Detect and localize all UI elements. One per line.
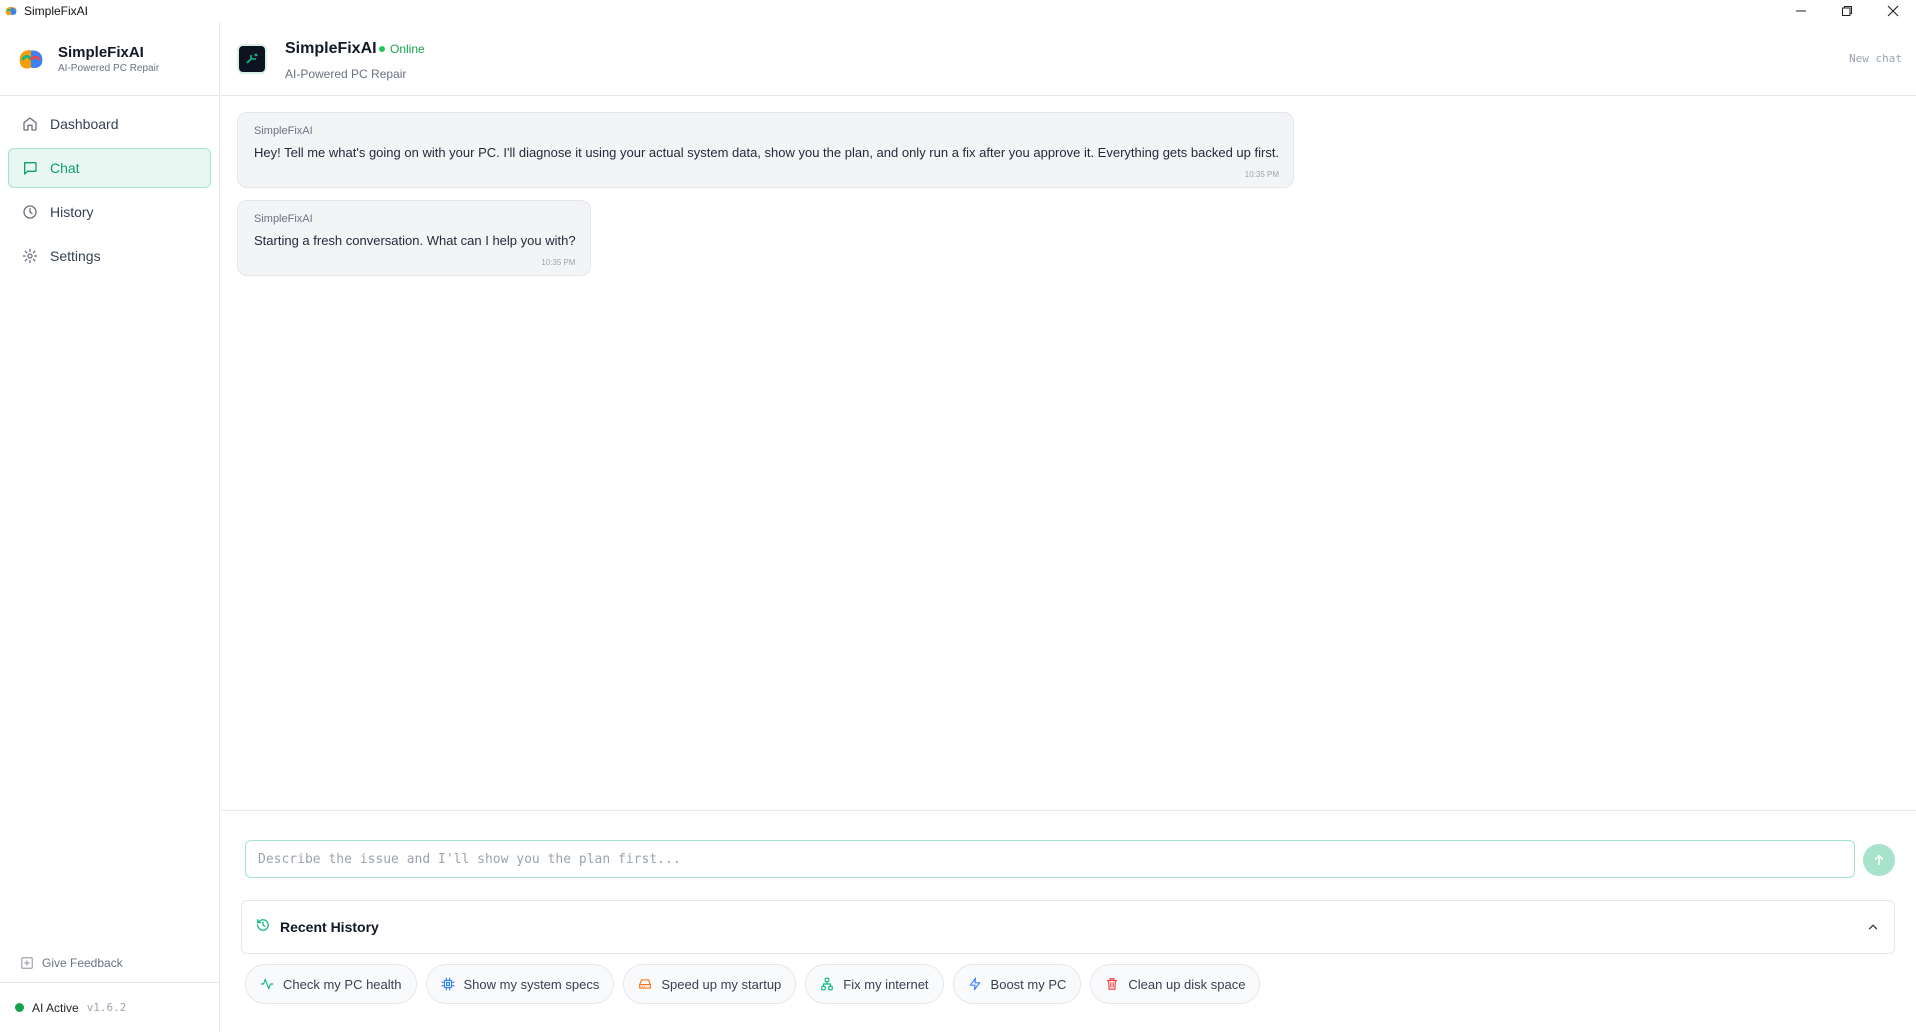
clock-icon (23, 205, 37, 219)
chat-header-subtitle: AI-Powered PC Repair (285, 67, 407, 81)
arrow-up-icon (1874, 854, 1884, 866)
close-button[interactable] (1870, 0, 1916, 22)
chat-icon (23, 162, 37, 175)
network-icon (821, 977, 834, 991)
feedback-icon (21, 957, 33, 969)
quick-action-label: Speed up my startup (661, 976, 782, 992)
sidebar-footer: AI Active v1.6.2 (0, 982, 220, 1032)
message-text: Hey! Tell me what's going on with your P… (254, 145, 1280, 160)
sidebar-nav: Dashboard Chat History Settings (0, 96, 219, 288)
send-button[interactable] (1863, 844, 1895, 876)
quick-action-boost-pc[interactable]: Boost my PC (952, 964, 1082, 1004)
recent-history-toggle[interactable]: Recent History (241, 900, 1895, 954)
sidebar-item-label: Dashboard (50, 116, 119, 132)
chat-main: SimpleFixAI Online AI-Powered PC Repair … (221, 22, 1916, 1032)
bolt-icon (969, 977, 980, 991)
window-title: SimpleFixAI (24, 4, 89, 18)
chat-header: SimpleFixAI Online AI-Powered PC Repair … (221, 22, 1916, 96)
brand-logo-icon (19, 49, 43, 69)
assistant-message: SimpleFixAI Starting a fresh conversatio… (237, 200, 591, 276)
app-version: v1.6.2 (86, 1001, 127, 1014)
quick-actions: Check my PC health Show my system specs … (245, 964, 1269, 1004)
minimize-button[interactable] (1778, 0, 1824, 22)
brand: SimpleFixAI AI-Powered PC Repair (0, 22, 219, 96)
message-text: Starting a fresh conversation. What can … (254, 233, 576, 248)
minimize-icon (1796, 10, 1806, 12)
online-dot (379, 46, 385, 52)
sidebar-item-label: Settings (50, 248, 101, 264)
message-sender: SimpleFixAI (254, 125, 313, 137)
chat-header-title: SimpleFixAI (285, 40, 377, 57)
app-logo-icon (5, 6, 17, 16)
message-input[interactable] (258, 851, 1854, 867)
give-feedback-link[interactable]: Give Feedback (20, 956, 123, 970)
brand-subtitle: AI-Powered PC Repair (58, 62, 160, 74)
quick-action-label: Boost my PC (990, 976, 1067, 992)
give-feedback-label: Give Feedback (42, 956, 123, 970)
online-status: Online (379, 42, 425, 56)
quick-action-system-specs[interactable]: Show my system specs (425, 964, 615, 1004)
composer-divider (221, 810, 1916, 811)
quick-action-check-pc-health[interactable]: Check my PC health (245, 964, 417, 1004)
quick-action-speed-up-startup[interactable]: Speed up my startup (623, 964, 797, 1004)
restore-button[interactable] (1824, 0, 1870, 22)
new-chat-button[interactable]: New chat (1849, 52, 1902, 65)
ai-status-dot (15, 1003, 24, 1012)
quick-action-label: Show my system specs (463, 976, 600, 992)
gear-icon (22, 248, 38, 264)
bot-avatar (237, 44, 267, 74)
sidebar-item-history[interactable]: History (8, 192, 211, 232)
message-list: SimpleFixAI Hey! Tell me what's going on… (237, 112, 1295, 288)
sidebar-item-settings[interactable]: Settings (8, 236, 211, 276)
recent-history-label: Recent History (280, 919, 379, 935)
quick-action-clean-disk[interactable]: Clean up disk space (1090, 964, 1261, 1004)
sidebar-item-dashboard[interactable]: Dashboard (8, 104, 211, 144)
bot-logo-icon (246, 53, 258, 64)
activity-icon (260, 978, 274, 990)
message-input-box[interactable] (245, 840, 1855, 878)
quick-action-label: Check my PC health (283, 976, 402, 992)
message-sender: SimpleFixAI (254, 213, 313, 225)
ai-status-label: AI Active (32, 1000, 79, 1015)
quick-action-label: Clean up disk space (1128, 976, 1246, 992)
sidebar-item-label: History (50, 204, 94, 220)
home-icon (23, 117, 37, 131)
restore-icon (1842, 6, 1852, 16)
trash-icon (1107, 978, 1118, 990)
assistant-message: SimpleFixAI Hey! Tell me what's going on… (237, 112, 1295, 188)
sidebar-item-chat[interactable]: Chat (8, 148, 211, 188)
online-status-label: Online (390, 42, 425, 56)
quick-action-fix-internet[interactable]: Fix my internet (805, 964, 944, 1004)
quick-action-label: Fix my internet (843, 976, 929, 992)
sidebar-item-label: Chat (50, 160, 80, 176)
history-icon (257, 918, 269, 931)
chevron-up-icon (1868, 924, 1878, 930)
drive-icon (639, 979, 652, 989)
sidebar: SimpleFixAI AI-Powered PC Repair Dashboa… (0, 22, 220, 1032)
brand-name: SimpleFixAI (58, 43, 144, 61)
cpu-icon (441, 977, 454, 991)
close-icon (1887, 5, 1899, 17)
message-timestamp: 10:35 PM (1244, 170, 1280, 179)
message-timestamp: 10:35 PM (541, 258, 576, 267)
window-titlebar: SimpleFixAI (0, 0, 1916, 22)
